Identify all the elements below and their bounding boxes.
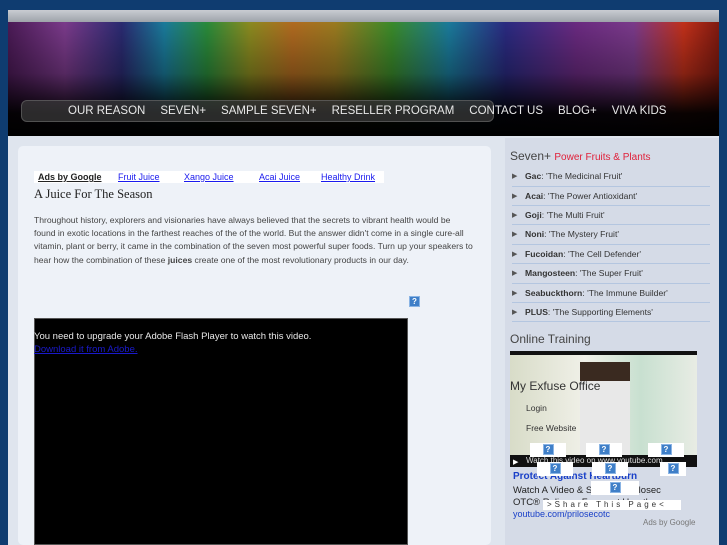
sidebar-item[interactable]: ▶ Seabuckthorn: 'The Immune Builder': [512, 283, 710, 303]
arrow-right-icon: ▶: [512, 250, 518, 258]
sidebar-title-main: Seven+: [510, 149, 552, 163]
sidebar-item[interactable]: ▶ Noni: 'The Mystery Fruit': [512, 225, 710, 245]
online-training-title: Online Training: [510, 332, 591, 346]
flash-upgrade-message: You need to upgrade your Adobe Flash Pla…: [34, 331, 312, 342]
ad-link-xango-juice[interactable]: Xango Juice: [184, 172, 234, 182]
item-name: Goji: [525, 210, 542, 221]
item-desc: : 'The Immune Builder': [582, 287, 668, 298]
ads-by-google-label[interactable]: Ads by Google: [38, 172, 102, 182]
nav-contact-us[interactable]: CONTACT US: [469, 105, 543, 117]
video-thumbnail-person: [580, 362, 630, 456]
arrow-right-icon: ▶: [512, 270, 518, 278]
plugin-placeholder: ?: [660, 462, 686, 476]
plugin-placeholder: ?: [591, 481, 639, 495]
sidebar-item[interactable]: ▶ Goji: 'The Multi Fruit': [512, 206, 710, 226]
arrow-right-icon: ▶: [512, 289, 518, 297]
nav-reseller-program[interactable]: RESELLER PROGRAM: [332, 105, 455, 117]
arrow-right-icon: ▶: [512, 309, 518, 317]
arrow-right-icon: ▶: [512, 212, 518, 220]
item-name: PLUS: [525, 307, 548, 318]
play-icon[interactable]: ▶: [513, 458, 518, 466]
missing-plugin-icon[interactable]: ?: [609, 482, 621, 493]
ads-by-google-sidebar[interactable]: Ads by Google: [643, 518, 695, 527]
missing-plugin-icon[interactable]: ?: [667, 463, 679, 474]
missing-plugin-icon[interactable]: ?: [409, 296, 420, 307]
share-this-page[interactable]: >Share This Page<: [543, 500, 681, 510]
arrow-right-icon: ▶: [512, 173, 518, 181]
login-link[interactable]: Login: [526, 403, 547, 413]
item-name: Gac: [525, 171, 542, 182]
item-desc: : 'The Mystery Fruit': [544, 229, 619, 240]
sidebar-subtitle: Power Fruits & Plants: [554, 152, 651, 163]
ad-url[interactable]: youtube.com/prilosecotc: [513, 509, 610, 519]
ads-bar: Ads by Google Fruit Juice Xango Juice Ac…: [34, 171, 384, 183]
item-desc: : 'The Supporting Elements': [547, 307, 653, 318]
main-nav: OUR REASON SEVEN+ SAMPLE SEVEN+ RESELLER…: [21, 100, 666, 122]
item-desc: : 'The Medicinal Fruit': [541, 171, 623, 182]
ad-link-healthy-drink[interactable]: Healthy Drink: [321, 172, 375, 182]
sidebar-item[interactable]: ▶ Acai: 'The Power Antioxidant': [512, 186, 710, 206]
item-name: Noni: [525, 229, 545, 240]
plugin-placeholder: ?: [586, 443, 622, 457]
item-desc: : 'The Multi Fruit': [541, 210, 605, 221]
plugin-placeholder: ?: [648, 443, 684, 457]
item-desc: : 'The Cell Defender': [563, 248, 642, 259]
arrow-right-icon: ▶: [512, 231, 518, 239]
sidebar-item[interactable]: ▶ Fucoidan: 'The Cell Defender': [512, 245, 710, 265]
arrow-right-icon: ▶: [512, 192, 518, 200]
sidebar-title: Seven+ Power Fruits & Plants: [510, 149, 651, 163]
plugin-placeholder: ?: [530, 443, 566, 457]
item-desc: : 'The Power Antioxidant': [543, 190, 638, 201]
missing-plugin-icon[interactable]: ?: [542, 444, 554, 455]
article-body: Throughout history, explorers and vision…: [34, 214, 474, 267]
ad-link-fruit-juice[interactable]: Fruit Juice: [118, 172, 160, 182]
plugin-placeholder: ?: [592, 462, 628, 476]
nav-sample-seven[interactable]: SAMPLE SEVEN+: [221, 105, 317, 117]
article-title: A Juice For The Season: [34, 187, 153, 201]
sidebar-item[interactable]: ▶ Gac: 'The Medicinal Fruit': [512, 167, 710, 187]
nav-seven[interactable]: SEVEN+: [160, 105, 206, 117]
item-name: Acai: [525, 190, 544, 201]
sidebar-item[interactable]: ▶ Mangosteen: 'The Super Fruit': [512, 264, 710, 284]
item-name: Mangosteen: [525, 268, 576, 279]
ad-link-acai-juice[interactable]: Acai Juice: [259, 172, 300, 182]
top-bar: [8, 10, 719, 22]
item-name: Seabuckthorn: [525, 287, 583, 298]
body-bold: juices: [167, 254, 193, 265]
item-desc: : 'The Super Fruit': [575, 268, 643, 279]
missing-plugin-icon[interactable]: ?: [598, 444, 610, 455]
nav-viva-kids[interactable]: VIVA KIDS: [612, 105, 667, 117]
download-flash-link[interactable]: Download it from Adobe.: [34, 344, 138, 355]
missing-plugin-icon[interactable]: ?: [604, 463, 616, 474]
missing-plugin-icon[interactable]: ?: [660, 444, 672, 455]
free-website-link[interactable]: Free Website: [526, 423, 576, 433]
my-exfuse-office[interactable]: My Exfuse Office: [510, 379, 600, 393]
nav-our-reason[interactable]: OUR REASON: [68, 105, 145, 117]
body-text-end: create one of the most revolutionary pro…: [192, 254, 409, 265]
item-name: Fucoidan: [525, 248, 564, 259]
nav-blog[interactable]: BLOG+: [558, 105, 597, 117]
plugin-placeholder: ?: [537, 462, 573, 476]
missing-plugin-icon[interactable]: ?: [549, 463, 561, 474]
sidebar-item[interactable]: ▶ PLUS: 'The Supporting Elements': [512, 303, 710, 323]
